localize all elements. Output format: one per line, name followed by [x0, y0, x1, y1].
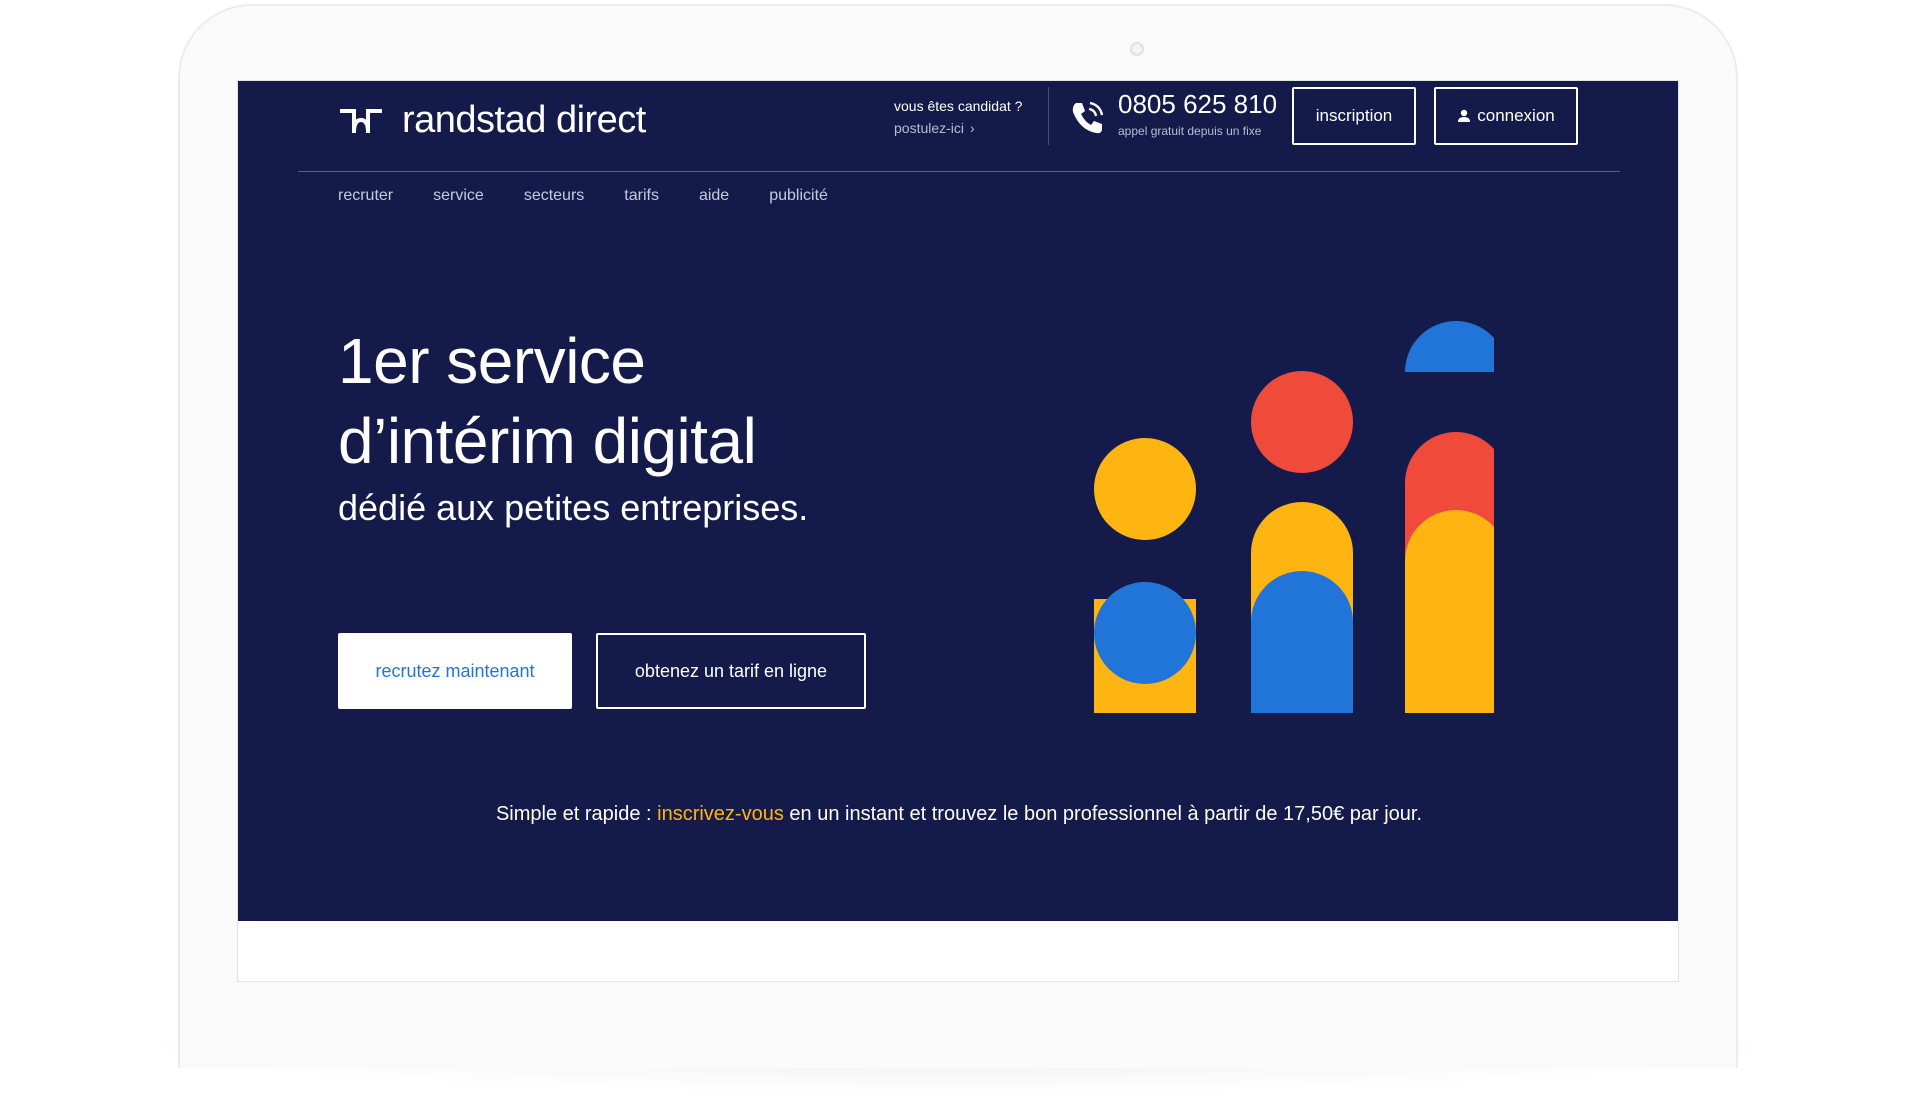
candidate-link-label: postulez-ici	[894, 120, 965, 136]
user-icon	[1458, 109, 1471, 122]
hero-title-line1: 1er service	[338, 325, 646, 397]
candidate-block: vous êtes candidat ? postulez-ici ›	[894, 98, 1022, 136]
header-separator	[298, 171, 1620, 172]
nav-item-recruter[interactable]: recruter	[338, 187, 393, 205]
header-divider	[1048, 87, 1049, 145]
shape-blue-head-1	[1094, 582, 1196, 684]
phone-icon	[1072, 101, 1104, 134]
shape-yellow-head-1	[1094, 438, 1196, 540]
hero-section: randstad direct vous êtes candidat ? pos…	[238, 81, 1678, 921]
main-nav: recruter service secteurs tarifs aide pu…	[338, 187, 868, 205]
logo-text: randstad direct	[402, 99, 646, 141]
chevron-right-icon: ›	[970, 120, 975, 136]
nav-item-aide[interactable]: aide	[699, 187, 729, 205]
hero-title-line2: d’intérim digital	[338, 405, 757, 477]
tagline-before: Simple et rapide :	[495, 803, 658, 825]
connexion-label: connexion	[1477, 106, 1555, 125]
shape-red-head-2	[1251, 371, 1353, 473]
tarif-button[interactable]: obtenez un tarif en ligne	[596, 633, 866, 709]
nav-item-secteurs[interactable]: secteurs	[524, 187, 584, 205]
nav-item-tarifs[interactable]: tarifs	[624, 187, 659, 205]
candidate-question: vous êtes candidat ?	[894, 98, 1023, 114]
nav-item-publicite[interactable]: publicité	[769, 187, 828, 205]
tagline-after: en un instant et trouvez le bon professi…	[783, 803, 1423, 825]
phone-contact[interactable]: 0805 625 810 appel gratuit depuis un fix…	[1068, 89, 1277, 138]
phone-note: appel gratuit depuis un fixe	[1118, 124, 1262, 138]
connexion-button[interactable]: connexion	[1434, 87, 1578, 145]
shape-blue-head-3	[1405, 321, 1494, 372]
hero-title: 1er service d’intérim digital	[338, 321, 757, 481]
recrutez-button[interactable]: recrutez maintenant	[338, 633, 572, 709]
tagline: Simple et rapide : inscrivez-vous en un …	[238, 803, 1678, 826]
randstad-logo-icon	[340, 108, 382, 133]
shape-yellow-body-3	[1405, 510, 1494, 713]
people-illustration	[1094, 321, 1494, 713]
nav-item-service[interactable]: service	[433, 187, 484, 205]
inscription-button[interactable]: inscription	[1292, 87, 1416, 145]
browser-viewport: randstad direct vous êtes candidat ? pos…	[237, 80, 1679, 982]
brand-logo[interactable]: randstad direct	[338, 99, 646, 142]
hero-subtitle: dédié aux petites entreprises.	[338, 487, 809, 528]
camera-icon	[1130, 42, 1144, 56]
tagline-signup-link[interactable]: inscrivez-vous	[657, 803, 784, 825]
phone-number: 0805 625 810	[1118, 89, 1278, 119]
candidate-link[interactable]: postulez-ici ›	[894, 120, 1022, 136]
shape-blue-body-2	[1251, 571, 1353, 713]
